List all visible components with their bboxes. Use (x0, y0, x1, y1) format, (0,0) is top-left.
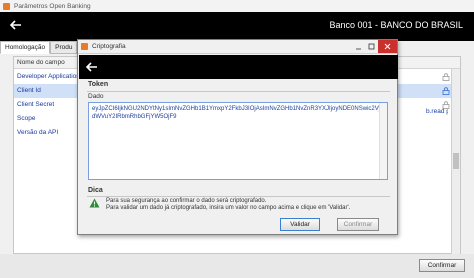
grid-scrollbar[interactable] (451, 69, 460, 254)
outer-window-title: Parâmetros Open Banking (14, 2, 91, 10)
back-arrow-icon[interactable] (85, 60, 99, 74)
lock-icon (442, 73, 450, 81)
scope-value: b.read pix.re (426, 108, 448, 115)
dialog-header (79, 55, 398, 79)
close-icon[interactable] (378, 40, 397, 53)
validar-button[interactable]: Validar (280, 218, 320, 231)
grid-scrollbar-thumb[interactable] (453, 153, 459, 169)
window-controls (352, 40, 397, 53)
maximize-icon[interactable] (365, 40, 378, 53)
criptografia-dialog: Criptografia Token Dado eyJpZCI6IjkNGU2N… (77, 39, 398, 235)
token-textarea[interactable]: eyJpZCI6IjkNGU2NDYtNy1sImNvZGHb1B1YmxpY2… (88, 102, 388, 180)
token-section-title: Token (88, 81, 109, 88)
dado-label: Dado (88, 93, 104, 100)
outer-titlebar: Parâmetros Open Banking (0, 0, 474, 12)
lock-icon (442, 87, 450, 95)
divider (87, 196, 390, 197)
bank-title: Banco 001 - BANCO DO BRASIL (329, 20, 463, 30)
confirmar-button[interactable]: Confirmar (337, 218, 379, 231)
token-value: eyJpZCI6IjkNGU2NDYtNy1sImNvZGHb1B1YmxpY2… (92, 106, 382, 120)
dialog-title: Criptografia (92, 43, 126, 50)
dica-section-title: Dica (88, 187, 103, 194)
hint-line-2: Para validar um dado já criptografado, i… (106, 205, 351, 211)
hint-line-1: Para sua segurança ao confirmar o dado s… (106, 198, 267, 204)
outer-confirm-button[interactable]: Confirmar (419, 259, 465, 272)
bottom-bar (0, 254, 474, 278)
dialog-titlebar: Criptografia (78, 40, 397, 54)
app-icon (3, 2, 10, 10)
divider (87, 91, 390, 92)
app-icon (81, 43, 88, 50)
warning-icon (89, 198, 100, 208)
textarea-scrollbar[interactable] (379, 103, 387, 179)
back-arrow-icon[interactable] (9, 18, 23, 32)
outer-header: Banco 001 - BANCO DO BRASIL (0, 12, 474, 41)
tab-homologacao[interactable]: Homologação (0, 41, 51, 54)
tab-producao[interactable]: Produ (50, 41, 78, 54)
minimize-icon[interactable] (352, 40, 365, 53)
